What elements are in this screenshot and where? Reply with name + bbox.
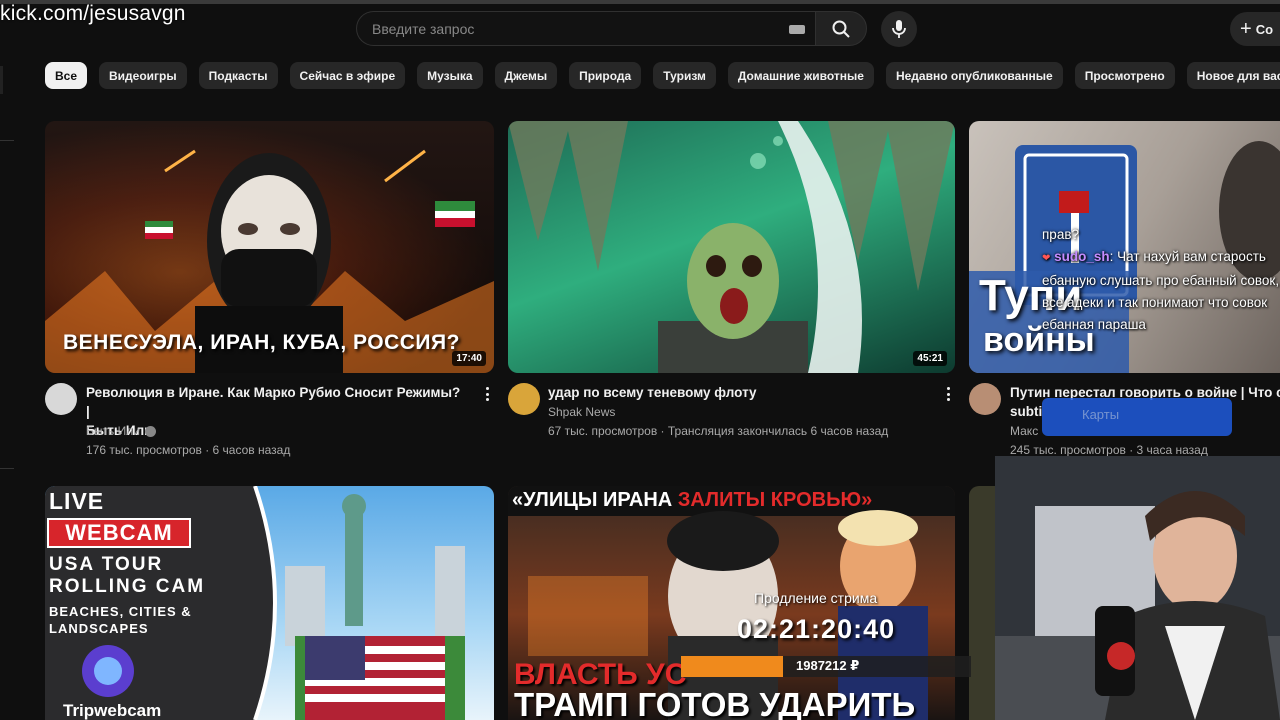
- search-button[interactable]: [815, 11, 867, 46]
- thumbnail-caption-part: ЗАЛИТЫ КРОВЬЮ»: [677, 489, 873, 511]
- channel-name-text: Shpak News: [548, 405, 616, 419]
- thumbnail-caption: ВЕНЕСУЭЛА, ИРАН, КУБА, РОССИЯ?: [63, 331, 460, 354]
- voice-search-button[interactable]: [881, 11, 917, 47]
- video-duration: 17:40: [452, 351, 486, 366]
- chip-watched[interactable]: Просмотрено: [1074, 62, 1175, 89]
- search-input[interactable]: Введите запрос: [356, 11, 815, 46]
- video-meta: 67 тыс. просмотров · Трансляция закончил…: [548, 424, 889, 438]
- chip-tourism[interactable]: Туризм: [653, 62, 716, 89]
- donation-amount: 1987212 ₽: [796, 658, 860, 673]
- channel-name[interactable]: Быть Или: [86, 424, 156, 438]
- chip-podcasts[interactable]: Подкасты: [198, 62, 278, 89]
- verified-icon: [144, 425, 156, 437]
- streamer-webcam: [995, 456, 1280, 720]
- search-placeholder: Введите запрос: [372, 21, 475, 37]
- more-options-icon[interactable]: [481, 385, 493, 403]
- chat-username: sudo_sh: [1054, 249, 1110, 264]
- sidebar-edge: [0, 66, 3, 94]
- plus-icon: +: [1240, 17, 1252, 40]
- sidebar-edge: [0, 140, 14, 141]
- chip-all[interactable]: Все: [45, 62, 88, 89]
- video-duration: 45:21: [913, 351, 947, 366]
- chat-popup-text: Карты: [1082, 407, 1120, 422]
- thumbnail-caption: BEACHES, CITIES &: [49, 604, 192, 619]
- video-thumbnail[interactable]: 45:21: [508, 121, 955, 373]
- video-meta: 245 тыс. просмотров · 3 часа назад: [1010, 443, 1208, 457]
- video-meta: 176 тыс. просмотров · 6 часов назад: [86, 443, 291, 457]
- chip-jams[interactable]: Джемы: [494, 62, 558, 89]
- video-title[interactable]: удар по всему теневому флоту: [548, 383, 928, 402]
- donation-progress: 1987212 ₽: [681, 656, 971, 677]
- chat-message: ❤ sudo_sh: Чат нахуй вам старость ебанну…: [1042, 246, 1280, 336]
- channel-avatar[interactable]: [45, 383, 77, 415]
- webcam-badge: WEBCAM: [47, 518, 191, 548]
- sidebar-edge: [0, 468, 14, 469]
- microphone-icon: [892, 20, 906, 38]
- chat-message: прав?: [1042, 227, 1080, 242]
- stream-timer: 02:21:20:40: [737, 614, 896, 644]
- video-thumbnail[interactable]: LIVE WEBCAM USA TOUR ROLLING CAM BEACHES…: [45, 486, 494, 720]
- live-badge: LIVE: [49, 488, 105, 514]
- channel-name[interactable]: Shpak News: [548, 405, 615, 419]
- chat-overlay: прав? ❤ sudo_sh: Чат нахуй вам старость …: [1042, 224, 1280, 336]
- video-title-line: Революция в Иране. Как Марко Рубио Сноси…: [86, 385, 461, 419]
- channel-name[interactable]: Макс: [1010, 424, 1038, 438]
- webcam-feed: [995, 456, 1280, 720]
- chip-live-now[interactable]: Сейчас в эфире: [289, 62, 406, 89]
- channel-avatar[interactable]: [969, 383, 1001, 415]
- thumbnail-caption: ROLLING CAM: [49, 576, 206, 597]
- thumbnail-caption-part: «УЛИЦЫ ИРАНА: [512, 489, 673, 511]
- donation-progress-fill: [681, 656, 783, 677]
- video-thumbnail[interactable]: «УЛИЦЫ ИРАНА ЗАЛИТЫ КРОВЬЮ» ВЛАСТЬ УС ТР…: [508, 486, 955, 720]
- brand-logo: Tripwebcam: [63, 701, 162, 720]
- chip-new-for-you[interactable]: Новое для вас: [1186, 62, 1280, 89]
- stream-watermark: kick.com/jesusavgn: [0, 2, 186, 25]
- keyboard-icon[interactable]: [789, 25, 805, 34]
- create-button[interactable]: + Со: [1230, 12, 1280, 46]
- chip-nature[interactable]: Природа: [569, 62, 642, 89]
- channel-name-text: Быть Или: [86, 424, 140, 438]
- chip-video-games[interactable]: Видеоигры: [99, 62, 187, 89]
- channel-name-text: Макс: [1010, 424, 1039, 438]
- more-options-icon[interactable]: [942, 385, 954, 403]
- channel-avatar[interactable]: [508, 383, 540, 415]
- thumbnail-caption: ТРАМП ГОТОВ УДАРИТЬ: [514, 686, 916, 720]
- thumbnail-caption: LANDSCAPES: [49, 621, 149, 636]
- filter-chips: Все Видеоигры Подкасты Сейчас в эфире Му…: [45, 62, 1280, 89]
- search-icon: [832, 20, 850, 38]
- chat-badge-icon: ❤: [1042, 253, 1051, 264]
- chip-recently-uploaded[interactable]: Недавно опубликованные: [885, 62, 1063, 89]
- video-title-line: удар по всему теневому флоту: [548, 385, 757, 400]
- thumbnail-art: [508, 121, 955, 373]
- thumbnail-caption: «УЛИЦЫ ИРАНА ЗАЛИТЫ КРОВЬЮ»: [512, 489, 872, 512]
- thumbnail-caption: USA TOUR: [49, 554, 164, 575]
- chip-pets[interactable]: Домашние животные: [727, 62, 874, 89]
- video-thumbnail[interactable]: ВЕНЕСУЭЛА, ИРАН, КУБА, РОССИЯ? 17:40: [45, 121, 494, 373]
- chip-music[interactable]: Музыка: [417, 62, 483, 89]
- stream-timer-label: Продление стрима: [754, 590, 878, 606]
- chat-popup: Карты: [1042, 398, 1232, 436]
- top-bar: kick.com/jesusavgn Введите запрос + Со: [0, 0, 1280, 56]
- top-divider: [0, 0, 1280, 4]
- create-label: Со: [1255, 21, 1274, 37]
